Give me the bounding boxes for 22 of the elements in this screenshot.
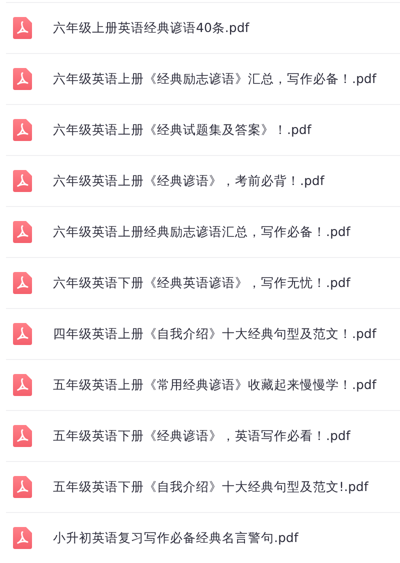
file-name[interactable]: 五年级英语下册《自我介绍》十大经典句型及范文!.pdf: [53, 478, 368, 496]
file-name[interactable]: 六年级英语上册经典励志谚语汇总，写作必备！.pdf: [53, 224, 350, 240]
file-name[interactable]: 六年级英语上册《经典试题集及答案》！.pdf: [53, 122, 312, 138]
file-name[interactable]: 五年级英语下册《经典谚语》，英语写作必看！.pdf: [53, 428, 350, 444]
pdf-file-icon: [13, 323, 32, 345]
pdf-file-icon: [13, 527, 32, 549]
file-name[interactable]: 六年级上册英语经典谚语40条.pdf: [53, 20, 250, 36]
file-name[interactable]: 五年级英语上册《常用经典谚语》收藏起来慢慢学！.pdf: [53, 376, 376, 394]
pdf-file-icon: [13, 272, 32, 294]
pdf-file-icon: [13, 221, 32, 243]
pdf-file-icon: [13, 119, 32, 141]
file-name[interactable]: 六年级英语上册《经典励志谚语》汇总，写作必备！.pdf: [53, 70, 376, 88]
pdf-file-icon: [13, 17, 32, 39]
file-name[interactable]: 六年级英语下册《经典英语谚语》，写作无忧！.pdf: [53, 274, 350, 292]
pdf-file-icon: [13, 170, 32, 192]
pdf-file-icon: [13, 374, 32, 396]
pdf-file-icon: [13, 68, 32, 90]
file-name[interactable]: 六年级英语上册《经典谚语》，考前必背！.pdf: [53, 172, 324, 190]
pdf-file-icon: [13, 425, 32, 447]
pdf-file-icon: [13, 476, 32, 498]
file-name[interactable]: 四年级英语上册《自我介绍》十大经典句型及范文！.pdf: [53, 326, 376, 342]
file-name[interactable]: 小升初英语复习写作必备经典名言警句.pdf: [53, 530, 298, 546]
